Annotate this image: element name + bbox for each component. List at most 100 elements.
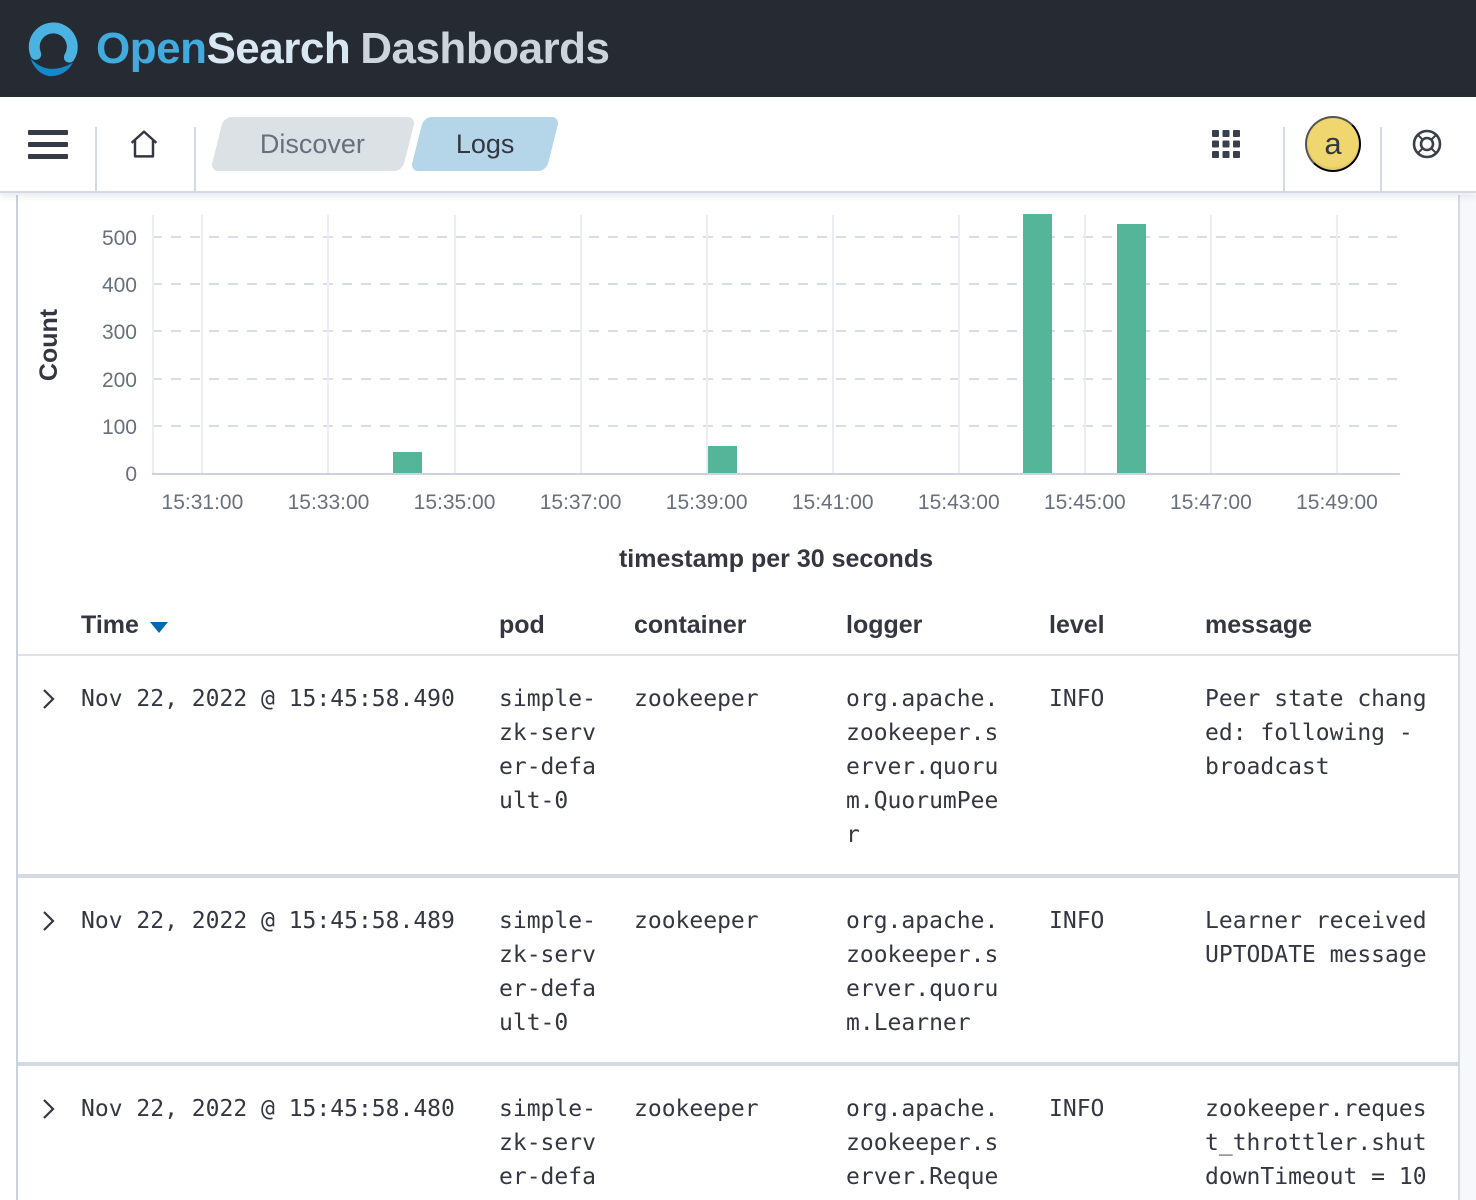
cell-level: INFO <box>1049 682 1205 716</box>
y-tick-label: 0 <box>62 461 137 489</box>
x-tick-label: 15:35:00 <box>385 491 525 515</box>
avatar-initial: a <box>1324 126 1341 162</box>
sort-desc-icon[interactable] <box>150 622 168 633</box>
x-tick-label: 15:47:00 <box>1141 491 1281 515</box>
x-tick-label: 15:31:00 <box>132 491 272 515</box>
expand-row-chevron-icon[interactable] <box>34 685 62 716</box>
column-header-logger: logger <box>846 611 1049 640</box>
column-header-message: message <box>1205 611 1458 640</box>
x-tick-label: 15:33:00 <box>258 491 398 515</box>
h-gridline <box>152 378 1400 380</box>
v-gridline <box>958 215 960 473</box>
x-tick-label: 15:45:00 <box>1015 491 1155 515</box>
v-gridline <box>706 215 708 473</box>
cell-message: Peer state changed: following - broadcas… <box>1205 682 1433 784</box>
column-header-label: level <box>1049 611 1105 640</box>
cell-level: INFO <box>1049 904 1205 938</box>
column-header-label: logger <box>846 611 922 640</box>
opensearch-logo-icon <box>24 20 82 78</box>
histogram-bar[interactable] <box>393 452 422 473</box>
cell-time: Nov 22, 2022 @ 15:45:58.490 <box>81 682 499 716</box>
x-tick-label: 15:37:00 <box>511 491 651 515</box>
h-gridline <box>152 283 1400 285</box>
log-table: Time pod container logger level message Nov 2… <box>18 597 1458 1200</box>
y-tick-label: 200 <box>62 367 137 395</box>
cell-time: Nov 22, 2022 @ 15:45:58.480 <box>81 1092 499 1126</box>
column-header-label: message <box>1205 611 1312 640</box>
h-gridline <box>152 236 1400 238</box>
breadcrumb-label: Discover <box>260 129 365 160</box>
y-tick-label: 300 <box>62 319 137 347</box>
breadcrumb-label: Logs <box>456 129 515 160</box>
cell-time: Nov 22, 2022 @ 15:45:58.489 <box>81 904 499 938</box>
v-gridline <box>201 215 203 473</box>
histogram-bar[interactable] <box>1117 224 1146 473</box>
app-header: OpenSearchDashboards <box>0 0 1476 97</box>
menu-icon[interactable] <box>26 130 70 159</box>
brand-open: Open <box>96 24 206 73</box>
x-tick-label: 15:39:00 <box>637 491 777 515</box>
toolbar: Discover Logs a <box>0 97 1476 193</box>
h-gridline <box>152 330 1400 332</box>
nav-divider <box>1380 127 1382 191</box>
breadcrumb-discover[interactable]: Discover <box>210 117 415 171</box>
expand-row-chevron-icon[interactable] <box>34 1095 62 1126</box>
v-gridline <box>832 215 834 473</box>
column-header-pod: pod <box>499 611 634 640</box>
x-tick-label: 15:41:00 <box>763 491 903 515</box>
cell-logger: org.apache.zookeeper.server.quorum.Quoru… <box>846 682 1005 852</box>
cell-level: INFO <box>1049 1092 1205 1126</box>
nav-divider <box>194 127 196 191</box>
column-header-level: level <box>1049 611 1205 640</box>
column-header-label: container <box>634 611 747 640</box>
y-tick-label: 500 <box>62 225 137 253</box>
brand-wordmark: OpenSearchDashboards <box>96 24 610 74</box>
v-gridline <box>1210 215 1212 473</box>
v-gridline <box>580 215 582 473</box>
brand-dashboards: Dashboards <box>360 24 609 73</box>
cell-container: zookeeper <box>634 904 846 938</box>
cell-message: zookeeper.request_throttler.shutdownTime… <box>1205 1092 1433 1200</box>
cell-pod: simple-zk-server-default-0 <box>499 682 603 818</box>
breadcrumbs: Discover Logs <box>217 117 553 171</box>
x-tick-label: 15:43:00 <box>889 491 1029 515</box>
cell-container: zookeeper <box>634 1092 846 1126</box>
cell-logger: org.apache.zookeeper.server.RequestThrot… <box>846 1092 1005 1200</box>
table-row: Nov 22, 2022 @ 15:45:58.490simple-zk-ser… <box>18 656 1458 874</box>
cell-message: Learner received UPTODATE message <box>1205 904 1433 972</box>
column-header-label: pod <box>499 611 545 640</box>
cell-pod: simple-zk-server-default-0 <box>499 904 603 1040</box>
breadcrumb-logs[interactable]: Logs <box>410 117 559 171</box>
expand-row-chevron-icon[interactable] <box>34 907 62 938</box>
v-gridline <box>327 215 329 473</box>
column-header-time[interactable]: Time <box>81 611 499 640</box>
v-gridline <box>1336 215 1338 473</box>
help-icon[interactable] <box>1401 127 1453 161</box>
v-gridline <box>1084 215 1086 473</box>
brand-search: Search <box>206 24 350 73</box>
table-header-row: Time pod container logger level message <box>18 597 1458 656</box>
y-axis-title: Count <box>35 295 65 395</box>
nav-divider <box>1283 127 1285 191</box>
histogram-bar[interactable] <box>1023 214 1052 473</box>
h-gridline <box>152 425 1400 427</box>
histogram-plot <box>152 215 1400 475</box>
cell-pod: simple-zk-server-default-0 <box>499 1092 603 1200</box>
table-row: Nov 22, 2022 @ 15:45:58.489simple-zk-ser… <box>18 874 1458 1062</box>
table-row: Nov 22, 2022 @ 15:45:58.480simple-zk-ser… <box>18 1062 1458 1200</box>
apps-grid-icon[interactable] <box>1198 128 1254 160</box>
histogram-bar[interactable] <box>708 446 737 473</box>
y-tick-label: 100 <box>62 414 137 442</box>
cell-logger: org.apache.zookeeper.server.quorum.Learn… <box>846 904 1005 1040</box>
x-tick-label: 15:49:00 <box>1267 491 1407 515</box>
table-body: Nov 22, 2022 @ 15:45:58.490simple-zk-ser… <box>18 656 1458 1200</box>
avatar[interactable]: a <box>1305 116 1361 172</box>
histogram-chart: Count 0100200300400500 15:31:0015:33:001… <box>0 193 1476 597</box>
v-gridline <box>454 215 456 473</box>
cell-container: zookeeper <box>634 682 846 716</box>
column-header-label: Time <box>81 611 139 640</box>
nav-divider <box>95 127 97 191</box>
home-icon[interactable] <box>114 126 174 162</box>
x-axis-title: timestamp per 30 seconds <box>152 545 1400 574</box>
v-gridline <box>152 215 154 473</box>
